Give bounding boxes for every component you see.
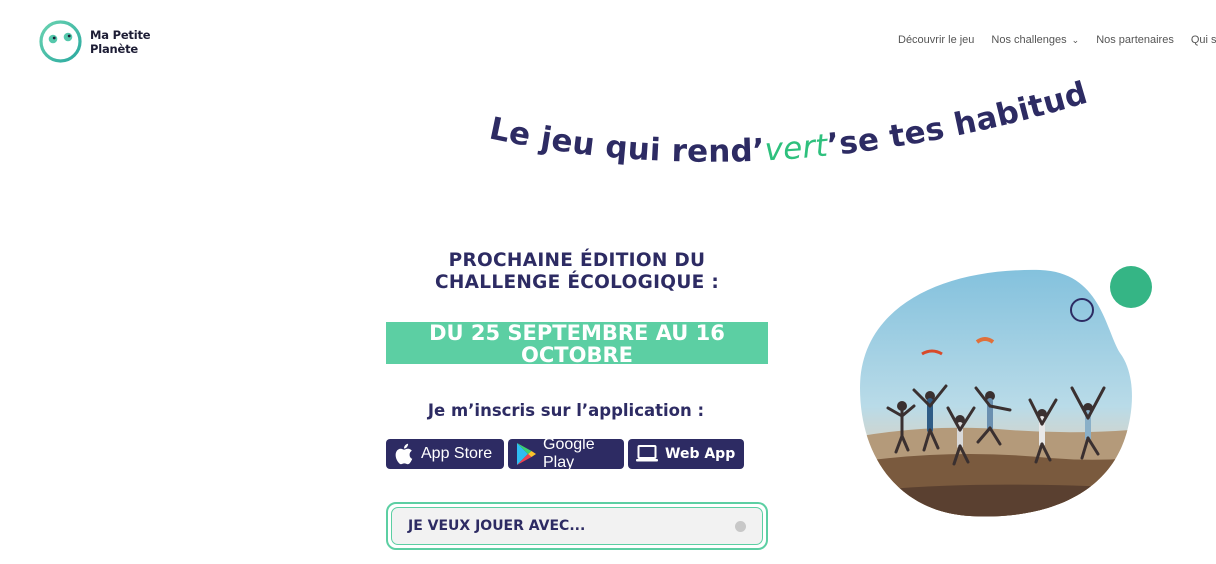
headline-svg: Le jeu qui rend’vert’se tes habitudes ! [0, 0, 1092, 170]
partner-dropdown[interactable]: JE VEUX JOUER AVEC... [386, 502, 768, 550]
app-store-label: App Store [421, 445, 493, 462]
google-play-button[interactable]: Google Play [508, 436, 624, 471]
date-banner: DU 25 SEPTEMBRE AU 16 OCTOBRE [386, 322, 768, 366]
svg-text:Le jeu qui rend’vert’se tes ha: Le jeu qui rend’vert’se tes habitudes ! [0, 0, 1092, 170]
dropdown-indicator-icon [735, 520, 746, 532]
outline-circle-decoration [1070, 298, 1094, 322]
headline-highlight: vert [764, 128, 831, 169]
hero-headline: Le jeu qui rend’vert’se tes habitudes ! [0, 0, 1216, 200]
web-app-button[interactable]: Web App [628, 439, 744, 469]
laptop-icon [636, 445, 658, 462]
web-app-label: Web App [665, 446, 736, 462]
app-store-button[interactable]: App Store [386, 439, 504, 469]
partner-dropdown-inner: JE VEUX JOUER AVEC... [391, 507, 763, 545]
apple-icon [395, 443, 413, 465]
partner-dropdown-label: JE VEUX JOUER AVEC... [408, 518, 586, 534]
google-play-icon [517, 443, 536, 465]
google-play-label: Google Play [543, 436, 595, 471]
store-buttons: App Store Google Play Web App [386, 436, 744, 471]
edition-title: PROCHAINE ÉDITION DU CHALLENGE ÉCOLOGIQU… [434, 250, 720, 293]
green-circle-decoration [1110, 266, 1152, 308]
subscribe-label: Je m’inscris sur l’application : [427, 401, 705, 420]
headline-part-1: Le jeu qui rend’ [486, 111, 765, 170]
